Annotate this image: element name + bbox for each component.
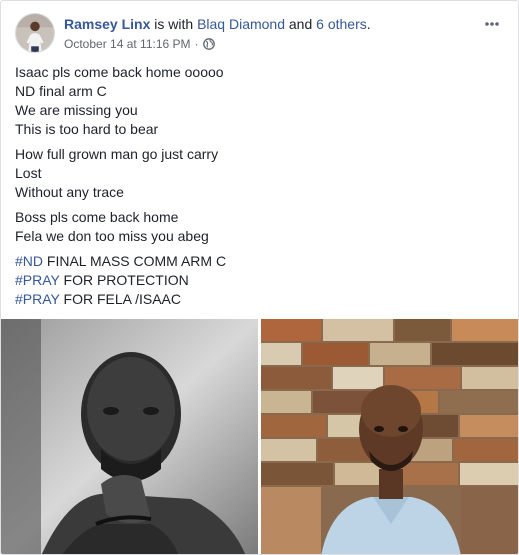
paragraph-2: How full grown man go just carry Lost Wi… (15, 145, 504, 202)
photo-1-image (1, 319, 258, 554)
author-avatar[interactable] (15, 13, 55, 53)
hashtag-paragraph: #ND FINAL MASS COMM ARM C #PRAY FOR PROT… (15, 252, 504, 309)
tagged-others-link[interactable]: 6 others (316, 16, 367, 32)
globe-icon[interactable] (202, 38, 215, 50)
meta-separator: · (194, 37, 199, 51)
body-line: This is too hard to bear (15, 121, 159, 137)
hashtag-line: #PRAY FOR FELA /ISAAC (15, 290, 504, 309)
author-line: Ramsey Linx is with Blaq Diamond and 6 o… (64, 15, 476, 33)
photo-grid (1, 319, 518, 554)
body-line: How full grown man go just carry (15, 146, 219, 162)
author-name-link[interactable]: Ramsey Linx (64, 16, 150, 32)
more-options-icon[interactable] (482, 17, 502, 31)
feed-post: Ramsey Linx is with Blaq Diamond and 6 o… (0, 0, 519, 555)
period-text: . (366, 16, 371, 32)
hashtag-line-text: FOR PROTECTION (59, 272, 189, 288)
paragraph-3: Boss pls come back home Fela we don too … (15, 208, 504, 246)
photo-1[interactable] (1, 319, 258, 554)
header-text: Ramsey Linx is with Blaq Diamond and 6 o… (64, 15, 476, 52)
hashtag-link[interactable]: #PRAY (15, 291, 60, 307)
paragraph-1: Isaac pls come back home ooooo ND final … (15, 63, 504, 139)
post-timestamp-link[interactable]: October 14 at 11:16 PM (64, 36, 191, 52)
body-line: We are missing you (15, 102, 138, 118)
hashtag-link[interactable]: #ND (15, 253, 43, 269)
hashtag-line-text: FOR FELA /ISAAC (59, 291, 182, 307)
body-line: Lost (15, 165, 42, 181)
body-line: ND final arm C (15, 83, 107, 99)
body-line: Boss pls come back home (15, 209, 179, 225)
body-line: Isaac pls come back home ooooo (15, 64, 224, 80)
post-meta: October 14 at 11:16 PM · (64, 36, 476, 52)
post-header: Ramsey Linx is with Blaq Diamond and 6 o… (15, 13, 506, 57)
hashtag-line: #PRAY FOR PROTECTION (15, 271, 504, 290)
hashtag-line: #ND FINAL MASS COMM ARM C (15, 252, 504, 271)
hashtag-link[interactable]: #PRAY (15, 272, 60, 288)
body-line: Fela we don too miss you abeg (15, 228, 209, 244)
avatar-image (16, 14, 54, 52)
photo-2-image (261, 319, 518, 554)
body-line: Without any trace (15, 184, 124, 200)
hashtag-line-text: FINAL MASS COMM ARM C (43, 253, 227, 269)
tagged-person-link[interactable]: Blaq Diamond (197, 16, 285, 32)
and-text: and (285, 16, 317, 32)
post-body: Isaac pls come back home ooooo ND final … (15, 63, 504, 315)
with-text: is with (150, 16, 198, 32)
photo-2[interactable] (261, 319, 518, 554)
